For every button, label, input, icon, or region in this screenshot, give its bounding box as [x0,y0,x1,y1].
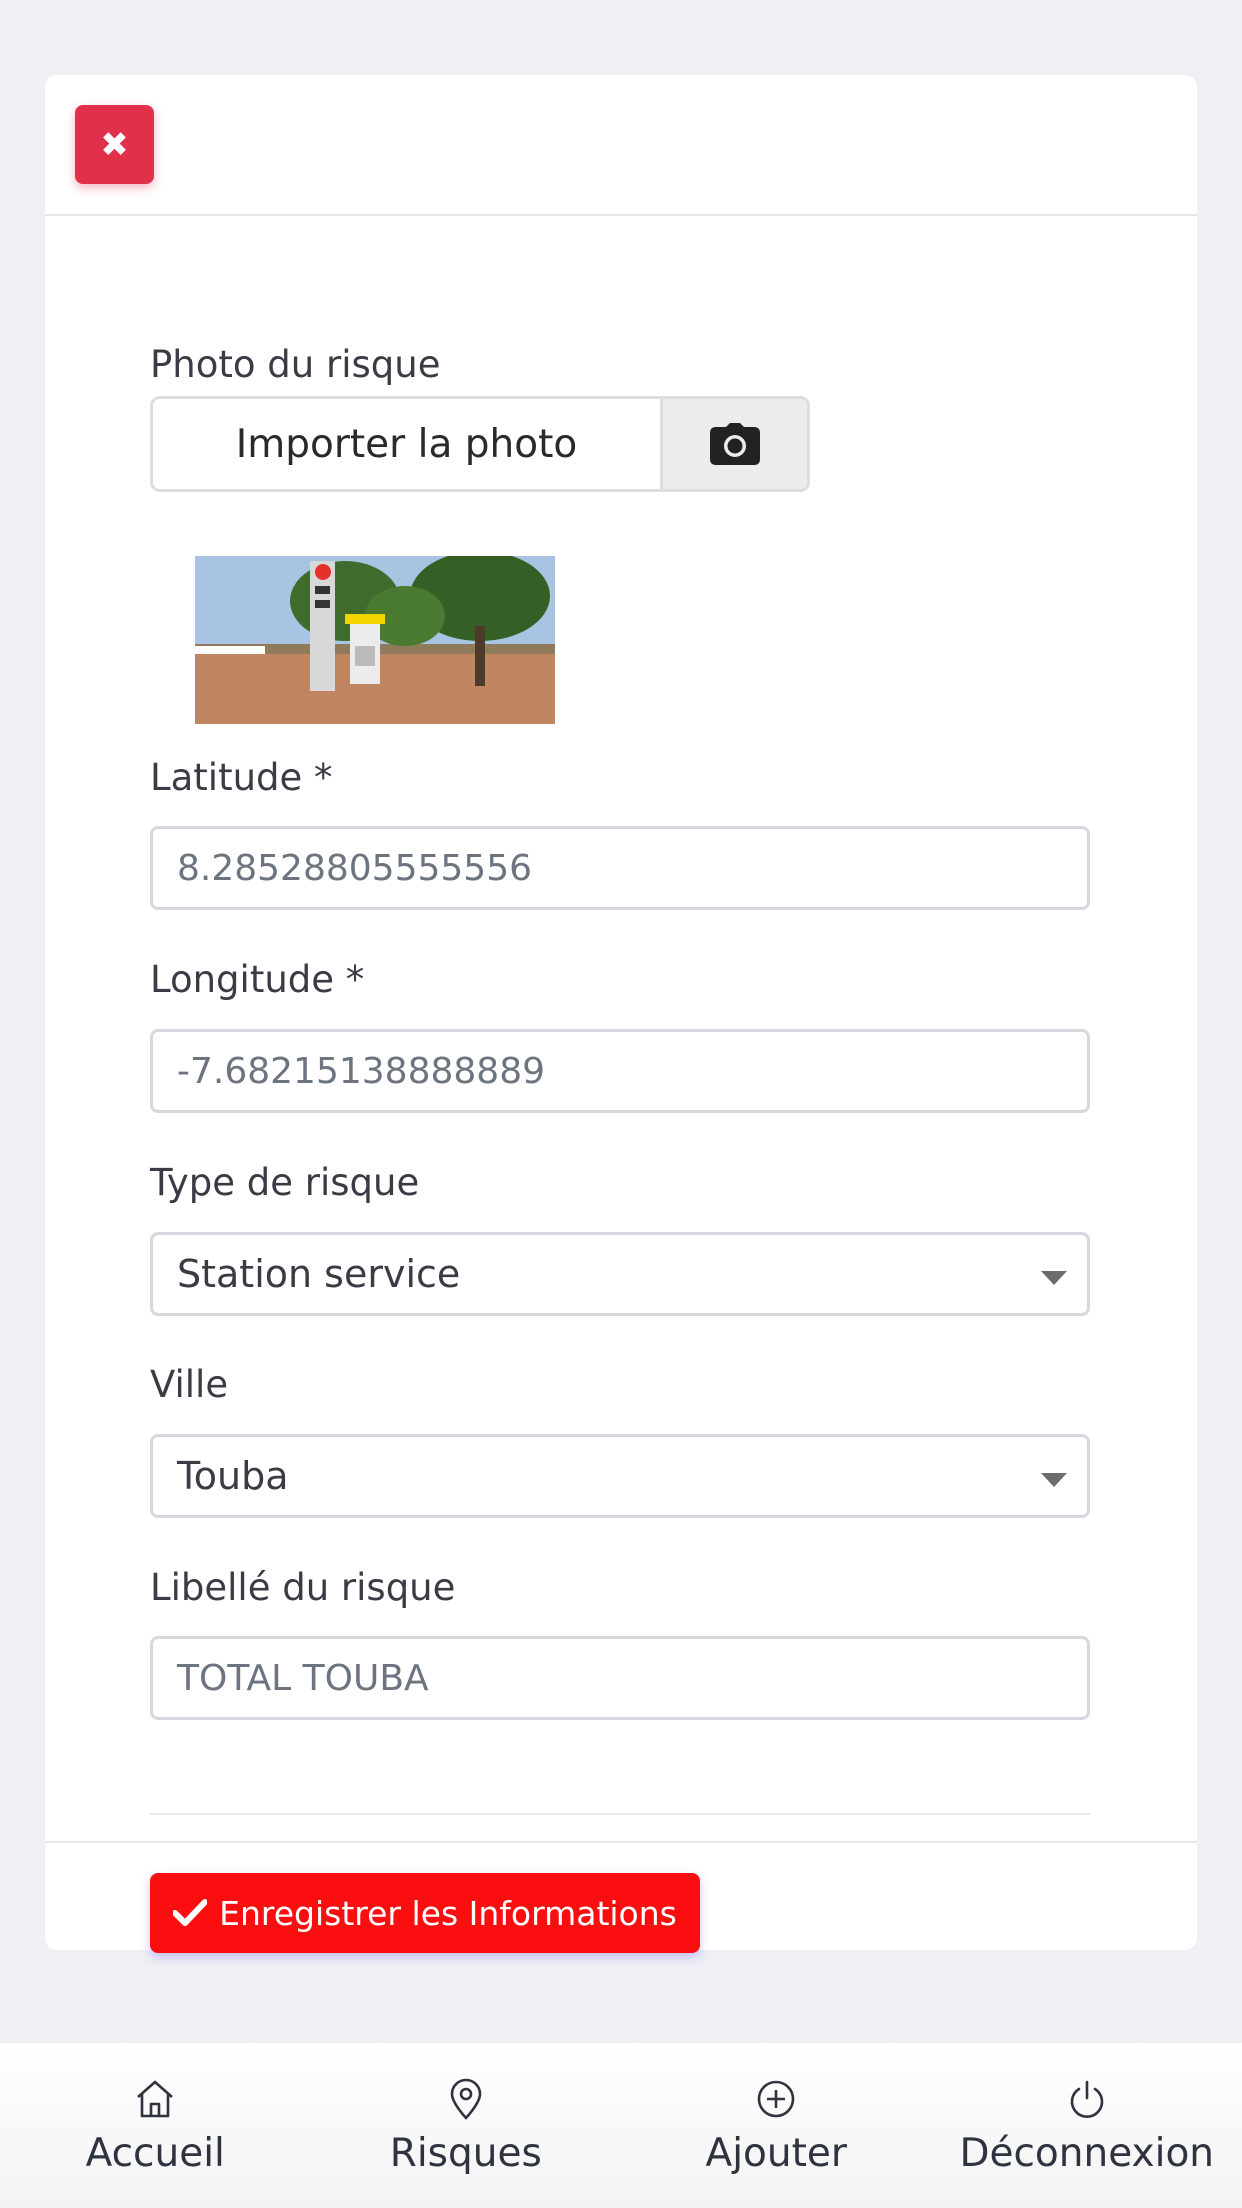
chevron-down-icon [1041,1473,1067,1487]
bottom-nav: Accueil Risques Ajouter Déconnexion [0,2043,1242,2208]
nav-item-ajouter[interactable]: Ajouter [621,2043,932,2208]
close-icon: ✖ [100,124,129,165]
plus-circle-icon [757,2080,795,2118]
longitude-input[interactable]: -7.68215138888889 [150,1029,1090,1113]
photo-label: Photo du risque [150,343,441,386]
close-button[interactable]: ✖ [75,105,154,184]
libelle-label: Libellé du risque [150,1566,456,1609]
station-photo [195,556,555,724]
save-button[interactable]: Enregistrer les Informations [150,1873,700,1953]
chevron-down-icon [1041,1271,1067,1285]
nav-label-ajouter: Ajouter [705,2131,847,2176]
type-select[interactable]: Station service [150,1232,1090,1316]
libelle-input[interactable]: TOTAL TOUBA [150,1636,1090,1720]
ville-select-value: Touba [177,1454,289,1498]
photo-preview [195,556,555,724]
map-pin-icon [450,2078,482,2120]
latitude-input[interactable]: 8.28528805555556 [150,826,1090,910]
nav-label-accueil: Accueil [85,2131,225,2176]
longitude-label: Longitude * [150,958,365,1001]
home-icon [137,2080,174,2118]
nav-label-risques: Risques [389,2131,542,2176]
latitude-label: Latitude * [150,756,333,799]
upload-photo-button[interactable]: Importer la photo [153,399,663,489]
power-icon [1070,2080,1104,2118]
card-footer-divider [45,1841,1197,1843]
ville-select[interactable]: Touba [150,1434,1090,1518]
check-icon [173,1899,208,1926]
photo-upload-group[interactable]: Importer la photo [150,396,810,492]
type-select-value: Station service [177,1252,461,1296]
divider [150,1813,1090,1815]
ville-label: Ville [150,1363,229,1406]
save-button-label: Enregistrer les Informations [219,1893,677,1933]
nav-item-risques[interactable]: Risques [311,2043,622,2208]
type-label: Type de risque [150,1161,420,1204]
nav-item-deconnexion[interactable]: Déconnexion [932,2043,1242,2208]
form-card: ✖ Photo du risque Importer la photo Lati… [45,75,1197,1953]
card-header: ✖ [45,75,1197,216]
camera-icon [710,423,760,465]
nav-item-accueil[interactable]: Accueil [0,2043,311,2208]
camera-button[interactable] [663,399,807,489]
nav-label-deconnexion: Déconnexion [959,2131,1215,2176]
